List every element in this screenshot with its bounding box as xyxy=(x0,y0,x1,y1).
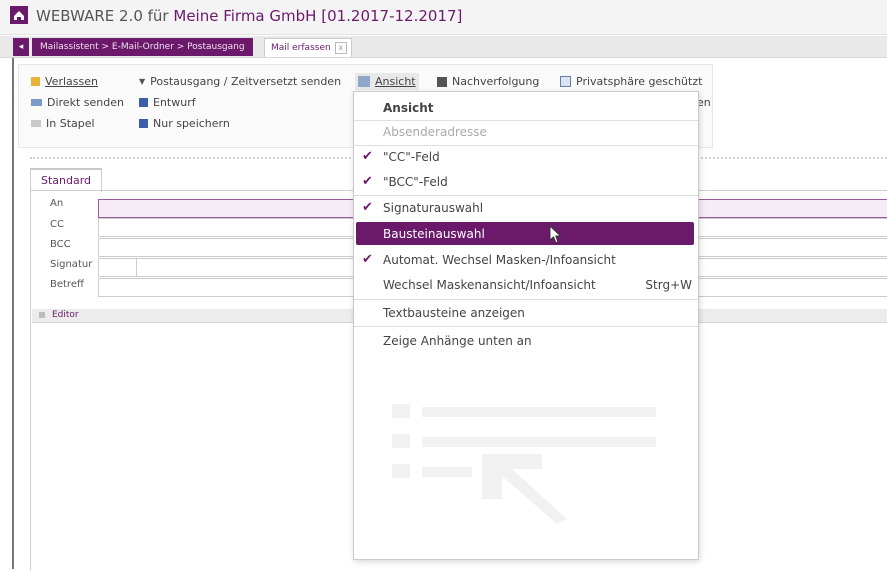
toolbar-partial-label: en xyxy=(697,96,711,109)
direkt-senden-button[interactable]: Direkt senden xyxy=(31,96,124,109)
menu-item-anhaenge-unten[interactable]: Zeige Anhänge unten an xyxy=(354,329,698,353)
menu-item-bcc-feld[interactable]: ✔ "BCC"-Feld xyxy=(354,170,698,194)
ansicht-label: Ansicht xyxy=(375,75,416,88)
menu-header: Ansicht xyxy=(354,96,698,120)
nachverfolgung-label: Nachverfolgung xyxy=(452,75,540,88)
placeholder-illustration xyxy=(392,404,662,524)
tab-breadcrumb[interactable]: Mailassistent > E-Mail-Ordner > Postausg… xyxy=(32,38,253,56)
mouse-cursor-icon xyxy=(549,225,562,244)
checkbox-icon xyxy=(560,76,571,87)
nur-speichern-button[interactable]: Nur speichern xyxy=(139,117,230,130)
company-name: Meine Firma GmbH xyxy=(173,7,317,25)
nachverfolgung-button[interactable]: Nachverfolgung xyxy=(437,75,539,88)
menu-item-textbausteine[interactable]: Textbausteine anzeigen xyxy=(354,301,698,325)
signatur-select[interactable] xyxy=(98,258,138,277)
view-icon xyxy=(358,76,370,87)
betreff-label: Betreff xyxy=(50,279,84,290)
entwurf-label: Entwurf xyxy=(153,96,196,109)
postausgang-dropdown[interactable]: ▼ Postausgang / Zeitversetzt senden xyxy=(139,75,341,88)
partial-label-text: en xyxy=(697,96,711,109)
menu-item-bausteinauswahl[interactable]: Bausteinauswahl xyxy=(356,222,694,245)
ansicht-button[interactable]: Ansicht xyxy=(355,73,419,90)
menu-item-cc-feld[interactable]: ✔ "CC"-Feld xyxy=(354,145,698,169)
tab-close-icon[interactable]: x xyxy=(334,42,347,54)
tab-standard[interactable]: Standard xyxy=(30,168,103,192)
save-icon xyxy=(139,119,148,128)
ansicht-menu: Ansicht Absenderadresse ✔ "CC"-Feld ✔ "B… xyxy=(353,91,699,560)
direkt-senden-label: Direkt senden xyxy=(47,96,124,109)
verlassen-label: Verlassen xyxy=(45,75,98,88)
menu-item-label: Bausteinauswahl xyxy=(383,227,485,241)
menu-separator xyxy=(354,299,698,300)
menu-item-signaturauswahl[interactable]: ✔ Signaturauswahl xyxy=(354,196,698,220)
tab-mail-erfassen-label: Mail erfassen xyxy=(271,43,331,53)
collapse-icon xyxy=(39,312,45,318)
in-stapel-button[interactable]: In Stapel xyxy=(31,117,95,130)
menu-item-label: "BCC"-Feld xyxy=(383,175,448,189)
send-icon xyxy=(31,99,42,106)
menu-item-wechsel-maskenansicht[interactable]: Wechsel Maskenansicht/Infoansicht Strg+W xyxy=(354,273,698,297)
entwurf-button[interactable]: Entwurf xyxy=(139,96,196,109)
tab-mail-erfassen[interactable]: Mail erfassen x xyxy=(264,38,352,57)
menu-item-automat-wechsel[interactable]: ✔ Automat. Wechsel Masken-/Infoansicht xyxy=(354,248,698,272)
home-icon[interactable] xyxy=(10,6,28,24)
an-label: An xyxy=(50,198,64,209)
checkmark-icon: ✔ xyxy=(362,149,373,164)
verlassen-button[interactable]: Verlassen xyxy=(31,75,98,88)
menu-separator xyxy=(354,326,698,327)
cc-label: CC xyxy=(50,219,64,230)
checkmark-icon: ✔ xyxy=(362,174,373,189)
bcc-label: BCC xyxy=(50,239,71,250)
menu-item-shortcut: Strg+W xyxy=(645,278,692,292)
left-border-bar xyxy=(12,58,14,569)
save-icon xyxy=(139,98,148,107)
menu-item-label: Zeige Anhänge unten an xyxy=(383,334,532,348)
menu-item-label: Textbausteine anzeigen xyxy=(383,306,525,320)
tracking-icon xyxy=(437,76,447,87)
menu-item-label: Automat. Wechsel Masken-/Infoansicht xyxy=(383,253,616,267)
privatsphaere-label: Privatsphäre geschützt xyxy=(576,75,703,88)
signatur-label: Signatur xyxy=(50,259,93,270)
nur-speichern-label: Nur speichern xyxy=(153,117,230,130)
menu-item-label: "CC"-Feld xyxy=(383,150,440,164)
menu-item-label: Signaturauswahl xyxy=(383,201,484,215)
in-stapel-label: In Stapel xyxy=(46,117,95,130)
stack-icon xyxy=(31,120,41,127)
menu-header-label: Ansicht xyxy=(383,101,434,115)
period-range: [01.2017-12.2017] xyxy=(321,7,463,25)
checkmark-icon: ✔ xyxy=(362,252,373,267)
privatsphaere-checkbox[interactable]: Privatsphäre geschützt xyxy=(560,75,702,88)
menu-item-label: Absenderadresse xyxy=(383,125,487,139)
menu-item-absenderadresse: Absenderadresse xyxy=(354,120,698,144)
menu-item-label: Wechsel Maskenansicht/Infoansicht xyxy=(383,278,596,292)
dropdown-arrow-icon: ▼ xyxy=(139,77,146,86)
window-title: WEBWARE 2.0 für Meine Firma GmbH [01.201… xyxy=(36,7,462,25)
tab-back-button[interactable]: ◂ xyxy=(13,38,29,56)
checkmark-icon: ✔ xyxy=(362,200,373,215)
exit-icon xyxy=(31,77,40,86)
app-name: WEBWARE 2.0 für xyxy=(36,7,169,25)
postausgang-label: Postausgang / Zeitversetzt senden xyxy=(150,75,342,88)
editor-label: Editor xyxy=(52,310,79,320)
